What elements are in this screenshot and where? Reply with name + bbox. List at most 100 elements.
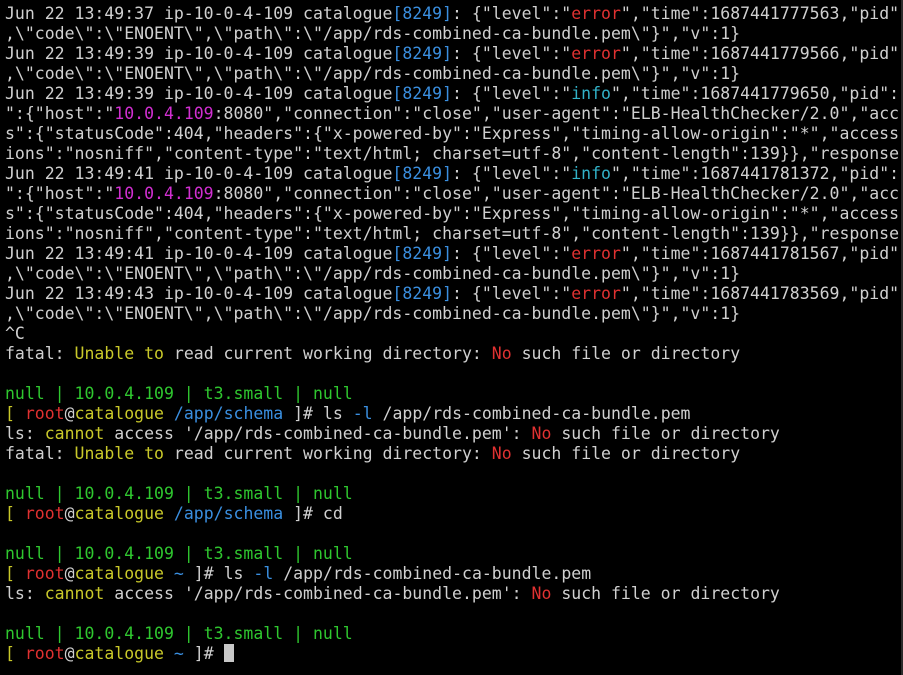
terminal-text-segment: : {"level":": [452, 164, 572, 183]
terminal-line: null | 10.0.4.109 | t3.small | null: [5, 624, 901, 644]
terminal-text-segment: error: [571, 44, 621, 63]
terminal-text-segment: fatal:: [5, 444, 75, 463]
terminal-text-segment: [8249]: [392, 44, 453, 63]
terminal-text-segment: ","time":1687441781567,"pid": [620, 244, 900, 263]
terminal-text-segment: ,\"code\":\"ENOENT\",\"path\":\"/app/rds…: [5, 24, 741, 43]
terminal-text-segment: ","time":1687441781372,"pid":: [611, 164, 900, 183]
terminal-text-segment: ,\"code\":\"ENOENT\",\"path\":\"/app/rds…: [5, 64, 741, 83]
terminal-line: [ root@catalogue /app/schema ]# cd: [5, 504, 901, 524]
terminal-text-segment: read current working directory:: [163, 344, 492, 363]
terminal-text-segment: 10.0.4.109: [114, 184, 214, 203]
terminal-line: ls: cannot access '/app/rds-combined-ca-…: [5, 584, 901, 604]
terminal-text-segment: ,\"code\":\"ENOENT\",\"path\":\"/app/rds…: [5, 304, 741, 323]
terminal-text-segment: read current working directory:: [163, 444, 492, 463]
terminal-text-segment: error: [571, 4, 621, 23]
terminal-line: Jun 22 13:49:37 ip-10-0-4-109 catalogue[…: [5, 4, 901, 24]
terminal-line: ,\"code\":\"ENOENT\",\"path\":\"/app/rds…: [5, 304, 901, 324]
terminal-line: ^C: [5, 324, 901, 344]
terminal-text-segment: -l: [253, 564, 274, 583]
terminal-line: ":{"host":"10.0.4.109:8080","connection"…: [5, 184, 901, 204]
terminal-text-segment: No: [491, 444, 512, 463]
terminal-text-segment: such file or directory: [511, 444, 741, 463]
terminal-text-segment: such file or directory: [551, 584, 780, 603]
terminal-line: Jun 22 13:49:39 ip-10-0-4-109 catalogue[…: [5, 84, 901, 104]
terminal-text-segment: @: [64, 564, 75, 583]
terminal-text-segment: ","time":1687441777563,"pid": [620, 4, 900, 23]
terminal-window[interactable]: Jun 22 13:49:37 ip-10-0-4-109 catalogue[…: [0, 0, 903, 675]
terminal-text-segment: error: [571, 284, 621, 303]
text-cursor: [223, 644, 234, 662]
terminal-line: ls: cannot access '/app/rds-combined-ca-…: [5, 424, 901, 444]
terminal-text-segment: cannot: [44, 584, 105, 603]
terminal-text-segment: info: [571, 84, 611, 103]
terminal-text-segment: error: [571, 244, 621, 263]
terminal-text-segment: 10.0.4.109: [114, 104, 214, 123]
terminal-text-segment: [: [5, 504, 25, 523]
terminal-text-segment: @: [64, 404, 75, 423]
terminal-text-segment: catalogue: [74, 504, 164, 523]
terminal-text-segment: ":{"host":": [5, 184, 115, 203]
terminal-line: [ root@catalogue ~ ]#: [5, 644, 901, 664]
terminal-text-segment: ~: [173, 564, 184, 583]
terminal-line: ,\"code\":\"ENOENT\",\"path\":\"/app/rds…: [5, 264, 901, 284]
terminal-text-segment: ^C: [5, 324, 25, 343]
terminal-text-segment: catalogue: [74, 404, 164, 423]
terminal-text-segment: Jun 22 13:49:39 ip-10-0-4-109 catalogue: [5, 84, 393, 103]
terminal-text-segment: : {"level":": [452, 284, 572, 303]
terminal-text-segment: /app/rds-combined-ca-bundle.pem: [273, 564, 592, 583]
terminal-text-segment: ]# ls: [283, 404, 353, 423]
terminal-line: [ root@catalogue /app/schema ]# ls -l /a…: [5, 404, 901, 424]
terminal-text-segment: -l: [352, 404, 373, 423]
terminal-text-segment: [: [5, 404, 25, 423]
terminal-text-segment: ls:: [5, 424, 45, 443]
terminal-line: null | 10.0.4.109 | t3.small | null: [5, 384, 901, 404]
terminal-text-segment: Jun 22 13:49:41 ip-10-0-4-109 catalogue: [5, 164, 393, 183]
terminal-text-segment: No: [531, 584, 552, 603]
terminal-text-segment: s":{"statusCode":404,"headers":{"x-power…: [5, 124, 900, 143]
terminal-text-segment: /app/schema: [173, 404, 284, 423]
terminal-text-segment: ","time":1687441779650,"pid":: [611, 84, 900, 103]
terminal-text-segment: Jun 22 13:49:43 ip-10-0-4-109 catalogue: [5, 284, 393, 303]
terminal-text-segment: @: [64, 504, 75, 523]
terminal-text-segment: s":{"statusCode":404,"headers":{"x-power…: [5, 204, 900, 223]
terminal-line: s":{"statusCode":404,"headers":{"x-power…: [5, 204, 901, 224]
terminal-line: null | 10.0.4.109 | t3.small | null: [5, 544, 901, 564]
terminal-line: Jun 22 13:49:41 ip-10-0-4-109 catalogue[…: [5, 244, 901, 264]
terminal-text-segment: info: [571, 164, 611, 183]
terminal-text-segment: fatal:: [5, 344, 75, 363]
terminal-text-segment: : {"level":": [452, 244, 572, 263]
terminal-text-segment: root: [24, 644, 65, 663]
terminal-text-segment: No: [531, 424, 552, 443]
terminal-text-segment: catalogue: [74, 564, 164, 583]
terminal-output: Jun 22 13:49:37 ip-10-0-4-109 catalogue[…: [5, 4, 901, 664]
terminal-text-segment: /app/rds-combined-ca-bundle.pem: [372, 404, 691, 423]
terminal-text-segment: Jun 22 13:49:41 ip-10-0-4-109 catalogue: [5, 244, 393, 263]
terminal-text-segment: ","time":1687441783569,"pid": [620, 284, 900, 303]
terminal-text-segment: ","time":1687441779566,"pid": [620, 44, 900, 63]
terminal-text-segment: Jun 22 13:49:39 ip-10-0-4-109 catalogue: [5, 44, 393, 63]
terminal-text-segment: :8080","connection":"close","user-agent"…: [213, 104, 900, 123]
terminal-text-segment: ls:: [5, 584, 45, 603]
terminal-text-segment: root: [24, 404, 65, 423]
terminal-line: fatal: Unable to read current working di…: [5, 344, 901, 364]
terminal-text-segment: ":{"host":": [5, 104, 115, 123]
terminal-text-segment: null | 10.0.4.109 | t3.small | null: [5, 484, 353, 503]
terminal-line: [ root@catalogue ~ ]# ls -l /app/rds-com…: [5, 564, 901, 584]
terminal-text-segment: : {"level":": [452, 4, 572, 23]
terminal-text-segment: cannot: [44, 424, 105, 443]
terminal-text-segment: null | 10.0.4.109 | t3.small | null: [5, 544, 353, 563]
terminal-text-segment: [8249]: [392, 284, 453, 303]
terminal-text-segment: ions":"nosniff","content-type":"text/htm…: [5, 144, 900, 163]
terminal-text-segment: access '/app/rds-combined-ca-bundle.pem'…: [104, 424, 532, 443]
terminal-text-segment: ]# ls: [183, 564, 254, 583]
terminal-text-segment: Unable to: [74, 444, 164, 463]
terminal-text-segment: ,\"code\":\"ENOENT\",\"path\":\"/app/rds…: [5, 264, 741, 283]
terminal-line: Jun 22 13:49:41 ip-10-0-4-109 catalogue[…: [5, 164, 901, 184]
terminal-text-segment: [: [5, 564, 25, 583]
